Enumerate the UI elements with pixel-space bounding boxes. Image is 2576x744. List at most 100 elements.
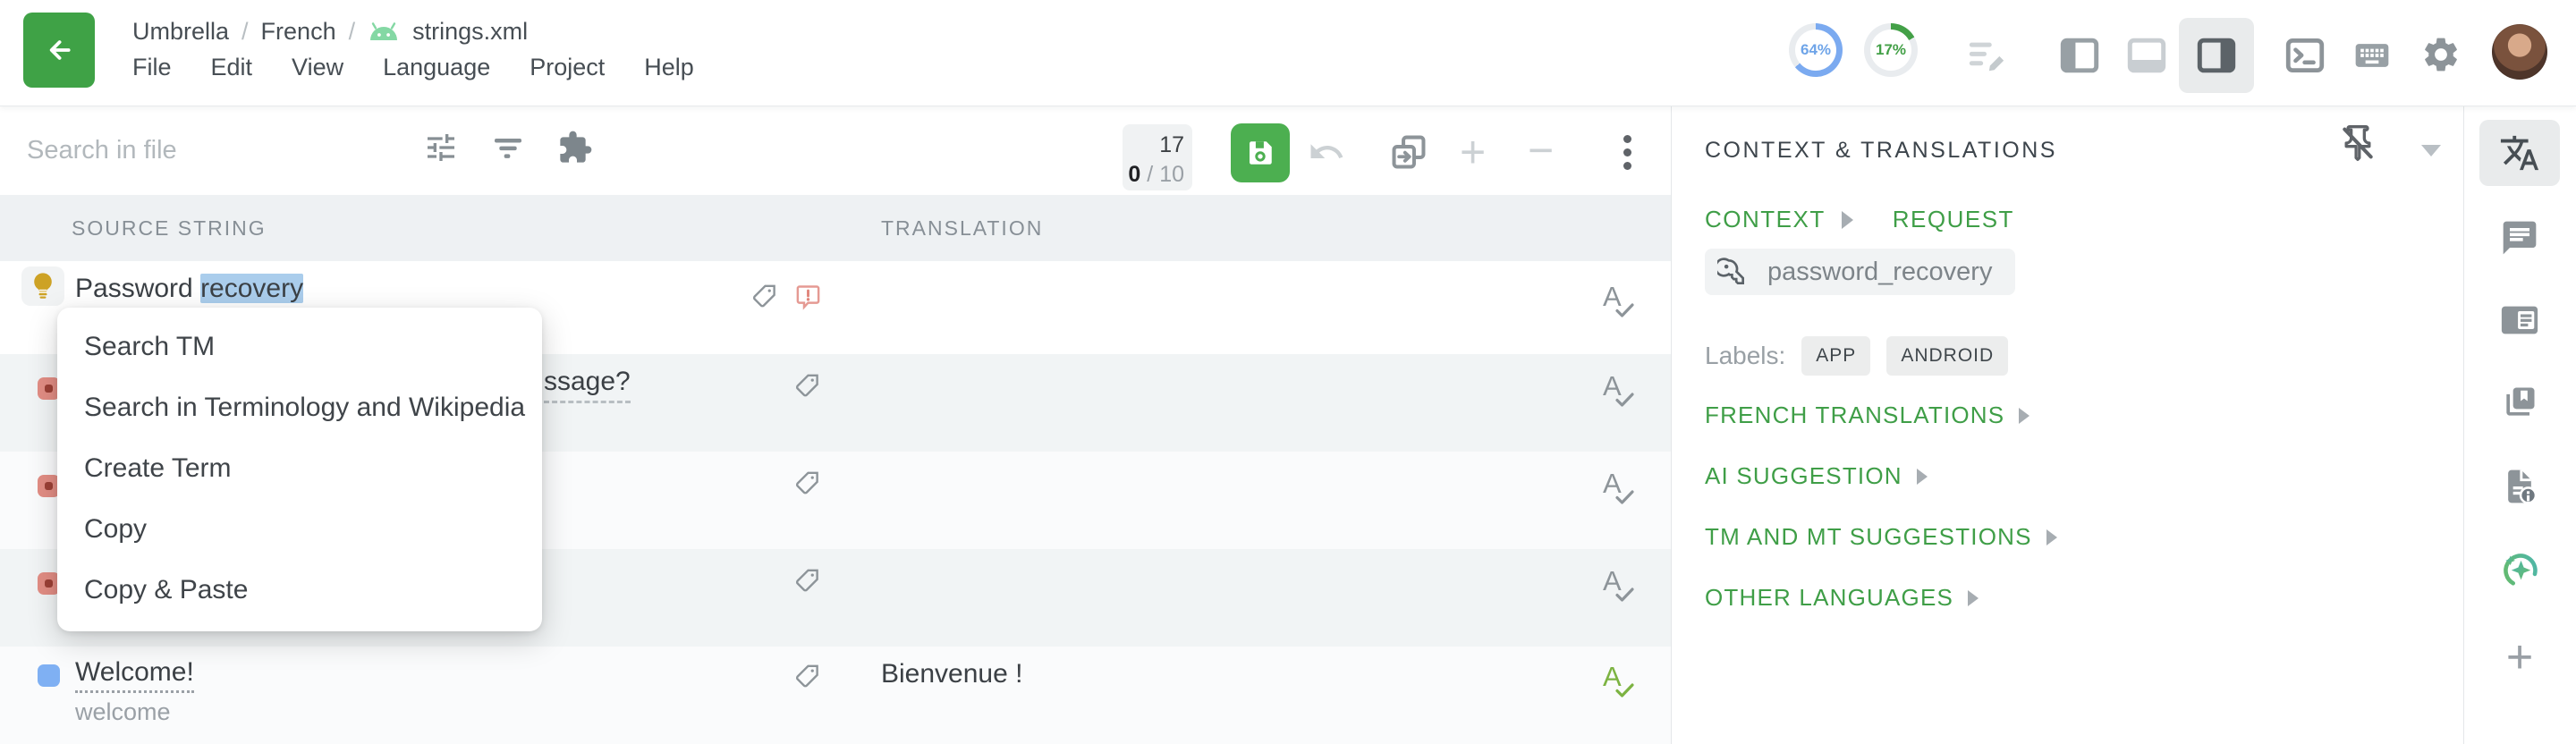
filter-settings-icon[interactable]: [422, 129, 460, 166]
proofread-icon[interactable]: A: [1601, 370, 1640, 411]
plugins-puzzle-icon[interactable]: [556, 129, 594, 166]
top-bar: Umbrella / French / strings.xml File Edi…: [0, 0, 2576, 106]
menu-item-create-term[interactable]: Create Term: [57, 438, 542, 499]
add-panel-icon[interactable]: +: [2499, 637, 2540, 678]
save-button[interactable]: [1231, 123, 1290, 182]
source-string-fragment: ssage?: [544, 367, 631, 403]
menu-item-search-terminology[interactable]: Search in Terminology and Wikipedia: [57, 377, 542, 438]
comments-icon[interactable]: [2499, 217, 2540, 258]
menu-bar: File Edit View Language Project Help: [132, 54, 694, 81]
section-french-translations[interactable]: FRENCH TRANSLATIONS: [1705, 402, 2029, 429]
tab-context[interactable]: CONTEXT: [1705, 206, 1826, 233]
label-chip-app: APP: [1801, 336, 1870, 376]
breadcrumb: Umbrella / French / strings.xml: [132, 18, 528, 46]
menu-view[interactable]: View: [292, 54, 343, 81]
android-icon: [368, 21, 400, 43]
terminology-card-icon[interactable]: [2499, 300, 2540, 341]
layout-bottom-panel-icon[interactable]: [2126, 35, 2167, 76]
proofread-icon[interactable]: A: [1601, 281, 1640, 322]
console-icon[interactable]: [2284, 35, 2326, 76]
chevron-right-icon: [1968, 590, 1979, 606]
keyboard-shortcuts-icon[interactable]: [2351, 35, 2393, 76]
tag-icon[interactable]: [794, 372, 821, 399]
source-string-header: SOURCE STRING: [72, 195, 267, 261]
back-button[interactable]: [23, 13, 95, 88]
layout-right-panel-icon[interactable]: [2196, 35, 2237, 76]
comment-issue-icon[interactable]: [794, 283, 822, 310]
settings-gear-icon[interactable]: [2420, 34, 2462, 75]
right-icon-rail: +: [2463, 106, 2576, 744]
more-options-icon[interactable]: [1615, 131, 1639, 173]
copy-source-icon[interactable]: [1390, 133, 1428, 171]
menu-item-copy[interactable]: Copy: [57, 499, 542, 560]
collapse-panel-chevron-icon[interactable]: [2421, 145, 2441, 156]
proofread-icon-approved[interactable]: A: [1601, 661, 1640, 702]
selected-word: recovery: [200, 274, 303, 303]
menu-help[interactable]: Help: [644, 54, 694, 81]
menu-project[interactable]: Project: [530, 54, 605, 81]
crowdin-editor: Umbrella / French / strings.xml File Edi…: [0, 0, 2576, 744]
chevron-right-icon: [1917, 469, 1928, 485]
strings-total-count: 17: [1123, 131, 1184, 160]
filter-strings-icon[interactable]: [489, 129, 527, 166]
user-avatar[interactable]: [2492, 24, 2547, 80]
breadcrumb-project[interactable]: Umbrella: [132, 18, 229, 46]
decrease-font-icon[interactable]: −: [1528, 128, 1554, 173]
tag-icon[interactable]: [751, 283, 778, 309]
undo-icon[interactable]: [1308, 133, 1345, 171]
panel-tabs: CONTEXT REQUEST: [1705, 206, 2014, 233]
section-ai-suggestion[interactable]: AI SUGGESTION: [1705, 462, 1928, 490]
proofread-icon[interactable]: A: [1601, 565, 1640, 606]
source-string-text: Password recovery: [75, 274, 303, 304]
layout-left-panel-icon[interactable]: [2059, 35, 2100, 76]
translated-progress-value: 64%: [1789, 23, 1843, 77]
counter-separator: /: [1147, 162, 1153, 187]
tab-request[interactable]: REQUEST: [1893, 206, 2014, 233]
string-key-chip[interactable]: password_recovery: [1705, 249, 2015, 295]
increase-font-icon[interactable]: +: [1460, 130, 1486, 174]
string-row-welcome[interactable]: Welcome! welcome Bienvenue ! A: [0, 647, 1671, 744]
translated-status-icon: [38, 664, 60, 687]
editor-pane: Search in file 17 0 / 10: [0, 106, 1671, 744]
string-counter: 17 0 / 10: [1123, 124, 1192, 190]
approved-progress-value: 17%: [1864, 23, 1918, 77]
chevron-right-icon: [1842, 211, 1853, 229]
labels-row: Labels: APP ANDROID: [1705, 336, 2008, 376]
file-info-icon[interactable]: [2499, 466, 2540, 507]
breadcrumb-language[interactable]: French: [261, 18, 336, 46]
active-string-indicator: [21, 266, 64, 306]
key-icon: [1717, 258, 1746, 286]
search-input[interactable]: Search in file: [27, 136, 385, 165]
menu-edit[interactable]: Edit: [211, 54, 253, 81]
menu-item-search-tm[interactable]: Search TM: [57, 317, 542, 377]
translate-tool-icon[interactable]: [2499, 132, 2540, 173]
strings-done-count: 0: [1128, 162, 1140, 187]
labels-caption: Labels:: [1705, 342, 1785, 370]
menu-item-copy-paste[interactable]: Copy & Paste: [57, 560, 542, 621]
string-key: welcome: [75, 698, 171, 726]
breadcrumb-file[interactable]: strings.xml: [412, 18, 528, 46]
ai-assistant-icon[interactable]: [2499, 550, 2540, 591]
menu-file[interactable]: File: [132, 54, 172, 81]
proofread-icon[interactable]: A: [1601, 468, 1640, 509]
strings-visible-count: 10: [1159, 162, 1184, 187]
translation-memory-icon[interactable]: [2499, 382, 2540, 423]
unpin-icon[interactable]: [2338, 123, 2379, 165]
floppy-disk-icon: [1244, 137, 1276, 169]
context-menu: Search TM Search in Terminology and Wiki…: [57, 308, 542, 631]
approved-progress-gauge[interactable]: 17%: [1864, 23, 1918, 77]
translated-progress-gauge[interactable]: 64%: [1789, 23, 1843, 77]
arrow-left-icon: [42, 33, 76, 67]
string-key-value: password_recovery: [1767, 258, 1992, 287]
chevron-right-icon: [2019, 408, 2029, 424]
section-tm-mt-suggestions[interactable]: TM AND MT SUGGESTIONS: [1705, 523, 2057, 551]
tag-icon[interactable]: [794, 663, 821, 689]
menu-language[interactable]: Language: [383, 54, 490, 81]
tag-icon[interactable]: [794, 567, 821, 594]
section-other-languages[interactable]: OTHER LANGUAGES: [1705, 584, 1979, 612]
source-string-text: Welcome!: [75, 657, 194, 693]
context-panel: CONTEXT & TRANSLATIONS CONTEXT REQUEST p…: [1671, 106, 2464, 744]
tag-icon[interactable]: [794, 469, 821, 496]
chevron-right-icon: [2046, 529, 2057, 545]
draft-list-icon[interactable]: [1966, 34, 2007, 75]
